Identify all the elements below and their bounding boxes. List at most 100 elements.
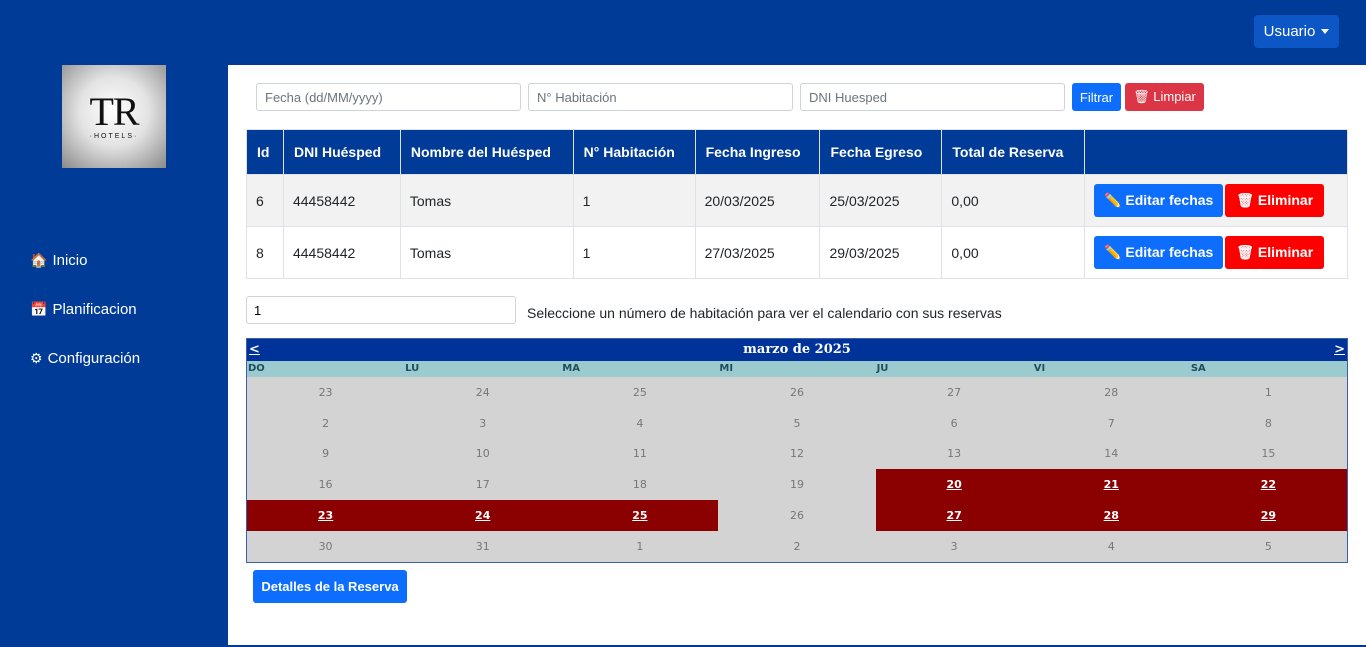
trash-icon: 🗑 — [1133, 89, 1150, 104]
sidebar-item-label: Planificacion — [52, 301, 137, 318]
pencil-icon: ✏️ — [1104, 192, 1122, 208]
calendar-icon: 📅 — [30, 301, 48, 317]
cell-room: 1 — [572, 174, 696, 227]
dni-filter-input[interactable] — [800, 83, 1065, 111]
calendar-day-booked[interactable]: 28 — [1032, 500, 1190, 531]
cell-name: Tomas — [399, 226, 574, 279]
reservations-table: Id DNI Huésped Nombre del Huésped N° Hab… — [246, 129, 1348, 279]
pencil-icon: ✏️ — [1104, 244, 1122, 260]
weekday-label: MI — [719, 363, 734, 374]
calendar-day-booked[interactable]: 23 — [247, 500, 405, 531]
cell-dni: 44458442 — [282, 174, 401, 227]
calendar-day-booked[interactable]: 24 — [404, 500, 562, 531]
table-row: 8 44458442 Tomas 1 27/03/2025 29/03/2025… — [246, 226, 1348, 279]
calendar-day: 10 — [475, 447, 490, 461]
edit-dates-button[interactable]: ✏️ Editar fechas — [1094, 184, 1224, 217]
calendar-day-booked[interactable]: 25 — [561, 500, 719, 531]
cell-dni: 44458442 — [282, 226, 401, 279]
calendar-day: 28 — [1104, 385, 1119, 399]
sidebar-item-planificacion[interactable]: 📅 Planificacion — [30, 301, 137, 318]
column-header-actions — [1084, 129, 1348, 175]
calendar-day: 4 — [1107, 539, 1115, 553]
cell-total: 0,00 — [941, 174, 1086, 227]
edit-dates-label: Editar fechas — [1125, 192, 1214, 208]
weekday-label: DO — [248, 363, 265, 374]
delete-button[interactable]: 🗑 Eliminar — [1225, 184, 1325, 217]
caret-down-icon — [1321, 29, 1330, 34]
reservation-details-button[interactable]: Detalles de la Reserva — [253, 570, 407, 603]
date-filter-input[interactable] — [256, 83, 521, 111]
calendar-title: marzo de 2025 — [743, 342, 851, 357]
logo-subtext: ·HOTELS· — [89, 133, 139, 140]
calendar-day-booked[interactable]: 29 — [1189, 500, 1347, 531]
calendar-day: 7 — [1107, 416, 1115, 430]
calendar-day: 16 — [318, 478, 333, 492]
home-icon: 🏠 — [30, 252, 48, 268]
calendar-day: 24 — [475, 385, 490, 399]
calendar-day-booked[interactable]: 22 — [1189, 469, 1347, 501]
sidebar-item-inicio[interactable]: 🏠 Inicio — [30, 252, 87, 269]
column-header: N° Habitación — [572, 129, 696, 175]
calendar-day: 2 — [793, 539, 801, 553]
calendar-day: 23 — [318, 385, 333, 399]
weekday-label: JU — [876, 363, 889, 374]
delete-label: Eliminar — [1257, 192, 1314, 208]
trash-icon: 🗑 — [1236, 192, 1255, 208]
weekday-label: VI — [1033, 363, 1046, 374]
calendar-weekdays: DO LU MA MI JU VI SA — [247, 361, 1347, 377]
calendar-day: 4 — [636, 416, 644, 430]
calendar-day: 27 — [947, 385, 962, 399]
delete-button[interactable]: 🗑 Eliminar — [1225, 236, 1325, 269]
calendar-day-booked[interactable]: 20 — [875, 469, 1033, 501]
calendar-header: < marzo de 2025 > — [247, 339, 1347, 361]
calendar-day: 19 — [789, 478, 804, 492]
calendar-day: 12 — [789, 447, 804, 461]
calendar-day: 18 — [632, 478, 647, 492]
calendar-day-booked[interactable]: 21 — [1032, 469, 1190, 501]
calendar-day: 5 — [793, 416, 801, 430]
room-selector-hint: Seleccione un número de habitación para … — [527, 305, 1002, 321]
room-number-input[interactable] — [246, 296, 516, 324]
calendar-day: 5 — [1264, 539, 1272, 553]
room-filter-input[interactable] — [528, 83, 793, 111]
reservation-calendar: < marzo de 2025 > DO LU MA MI JU VI SA 2… — [246, 338, 1348, 563]
cell-checkout: 25/03/2025 — [819, 174, 943, 227]
calendar-day: 6 — [950, 416, 958, 430]
calendar-day: 13 — [947, 447, 962, 461]
delete-label: Eliminar — [1257, 244, 1314, 260]
table-header-row: Id DNI Huésped Nombre del Huésped N° Hab… — [246, 129, 1348, 175]
weekday-label: MA — [562, 363, 580, 374]
column-header: Fecha Egreso — [819, 129, 943, 175]
cell-id: 6 — [246, 174, 284, 227]
top-bar: Usuario — [0, 0, 1366, 65]
calendar-day-booked[interactable]: 27 — [875, 500, 1033, 531]
sidebar: TR ·HOTELS· 🏠 Inicio 📅 Planificacion ⚙ C… — [0, 65, 228, 647]
calendar-day: 1 — [636, 539, 644, 553]
cell-room: 1 — [572, 226, 696, 279]
trash-icon: 🗑 — [1236, 244, 1255, 260]
cell-checkin: 27/03/2025 — [694, 226, 821, 279]
sidebar-item-label: Inicio — [52, 252, 88, 269]
calendar-day: 3 — [479, 416, 487, 430]
column-header: Total de Reserva — [941, 129, 1086, 175]
edit-dates-button[interactable]: ✏️ Editar fechas — [1094, 236, 1224, 269]
calendar-day: 1 — [1264, 385, 1272, 399]
logo-text: TR — [89, 89, 139, 134]
calendar-grid: 23 24 25 26 27 28 1 2 3 4 5 6 7 8 9 10 11 12 13 14 15 16 17 18 1… — [247, 377, 1347, 562]
calendar-next-link[interactable]: > — [1334, 342, 1345, 357]
cell-total: 0,00 — [941, 226, 1086, 279]
column-header: Id — [246, 129, 284, 175]
calendar-day: 15 — [1261, 447, 1276, 461]
filter-button[interactable]: Filtrar — [1072, 83, 1121, 111]
hotel-logo: TR ·HOTELS· — [62, 65, 166, 168]
calendar-day: 26 — [789, 385, 804, 399]
edit-dates-label: Editar fechas — [1125, 244, 1214, 260]
calendar-day: 2 — [322, 416, 330, 430]
clear-button-label: Limpiar — [1153, 89, 1196, 104]
column-header: Fecha Ingreso — [694, 129, 821, 175]
sidebar-item-configuracion[interactable]: ⚙ Configuración — [30, 350, 140, 367]
calendar-day: 3 — [950, 539, 958, 553]
weekday-label: SA — [1190, 363, 1206, 374]
clear-button[interactable]: 🗑 Limpiar — [1125, 83, 1204, 111]
user-menu-button[interactable]: Usuario — [1254, 15, 1339, 48]
